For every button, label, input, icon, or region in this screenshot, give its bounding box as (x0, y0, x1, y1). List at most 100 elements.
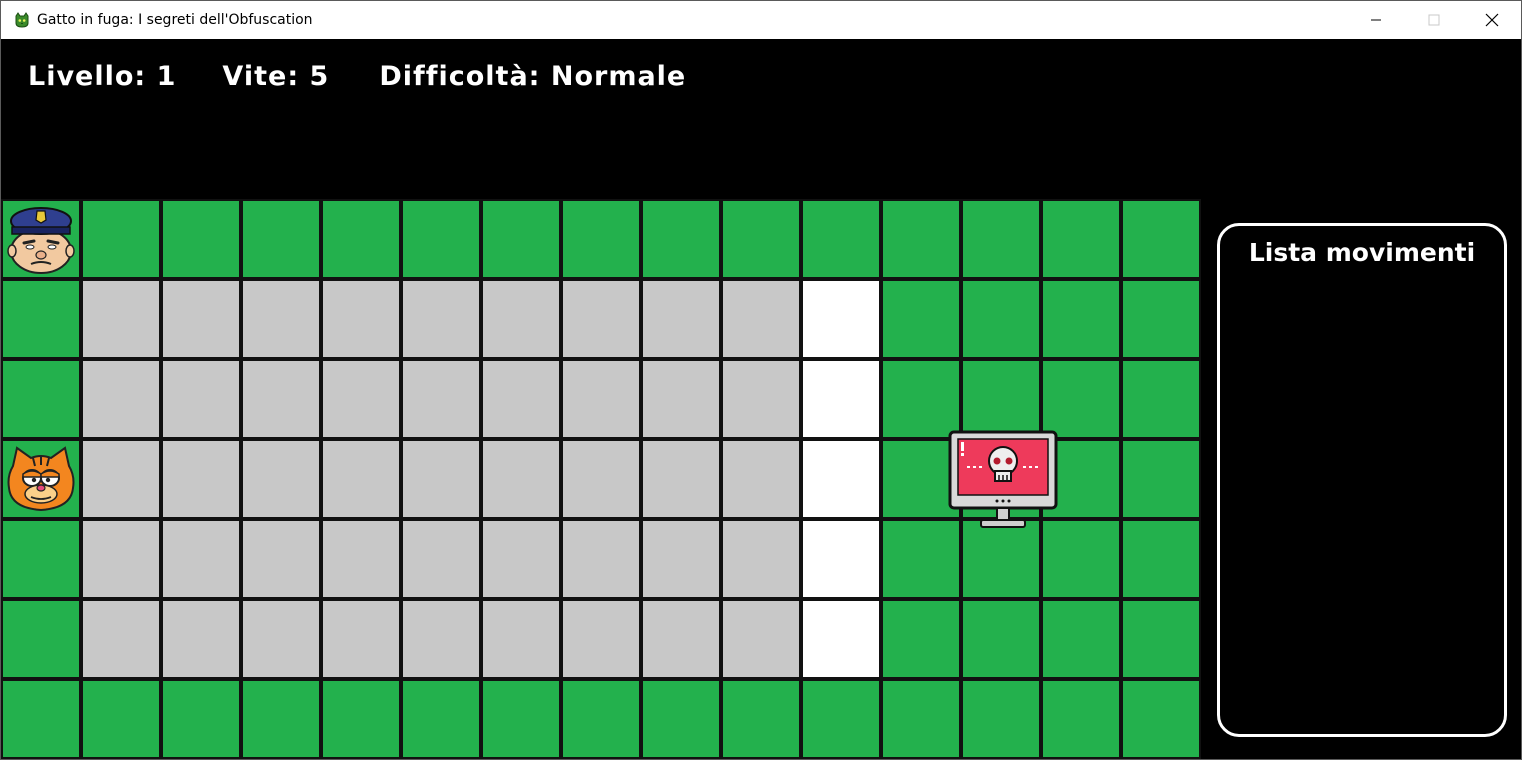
minimize-button[interactable] (1347, 1, 1405, 39)
board-cell-wall (161, 279, 241, 359)
board-cell-grass (881, 279, 961, 359)
window-title: Gatto in fuga: I segreti dell'Obfuscatio… (37, 12, 313, 28)
board-cell-grass (561, 679, 641, 759)
board-cell-wall (321, 519, 401, 599)
board-cell-grass (561, 199, 641, 279)
game-board[interactable] (1, 199, 1203, 759)
board-cell-grass (401, 679, 481, 759)
board-cell-wall (321, 359, 401, 439)
board-cell-path (801, 439, 881, 519)
board-cell-grass (1041, 199, 1121, 279)
board-cell-grass (961, 359, 1041, 439)
board-cell-grass (881, 359, 961, 439)
board-cell-grass (641, 679, 721, 759)
board-cell-wall (481, 359, 561, 439)
board-cell-wall (641, 519, 721, 599)
close-button[interactable] (1463, 1, 1521, 39)
board-cell-grass (161, 679, 241, 759)
board-cell-wall (81, 519, 161, 599)
lives-indicator: Vite: 5 (222, 61, 330, 92)
board-cell-wall (721, 359, 801, 439)
board-cell-grass (81, 199, 161, 279)
board-cell-grass (961, 679, 1041, 759)
board-cell-grass (881, 679, 961, 759)
board-cell-path (801, 519, 881, 599)
board-cell-wall (641, 439, 721, 519)
maximize-icon (1428, 14, 1440, 26)
board-cell-grass (961, 599, 1041, 679)
moves-panel-title: Lista movimenti (1248, 238, 1476, 267)
board-cell-grass (401, 199, 481, 279)
board-cell-path (801, 599, 881, 679)
board-cell-wall (321, 439, 401, 519)
level-indicator: Livello: 1 (28, 61, 177, 92)
board-cell-grass (481, 679, 561, 759)
board-cell-grass (961, 199, 1041, 279)
board-cell-wall (81, 279, 161, 359)
board-cell-wall (241, 279, 321, 359)
board-cell-grass (1, 279, 81, 359)
board-cell-grass (1, 359, 81, 439)
board-cell-grass (1121, 279, 1201, 359)
board-cell-grass (1041, 599, 1121, 679)
board-cell-wall (401, 439, 481, 519)
board-cell-grass (1121, 439, 1201, 519)
board-cell-grass (241, 199, 321, 279)
board-cell-wall (321, 599, 401, 679)
board-cell-wall (161, 519, 241, 599)
board-cell-grass (881, 599, 961, 679)
board-cell-path (801, 279, 881, 359)
board-cell-grass (481, 199, 561, 279)
title-bar[interactable]: Gatto in fuga: I segreti dell'Obfuscatio… (1, 1, 1521, 39)
hud: Livello: 1 Vite: 5 Difficoltà: Normale (28, 61, 686, 92)
board-cell-wall (241, 359, 321, 439)
board-cell-wall (721, 599, 801, 679)
board-cell-grass (241, 679, 321, 759)
close-icon (1485, 13, 1499, 27)
board-cell-path (801, 359, 881, 439)
board-cell-grass (1121, 359, 1201, 439)
board-cell-grass (721, 679, 801, 759)
board-cell-wall (561, 359, 641, 439)
board-cell-grass (1121, 599, 1201, 679)
cat-icon (13, 11, 31, 29)
hacked-computer-icon (947, 429, 1059, 538)
minimize-icon (1371, 19, 1381, 21)
board-cell-wall (481, 279, 561, 359)
board-cell-grass (1121, 199, 1201, 279)
board-cell-wall (241, 439, 321, 519)
board-cell-wall (401, 599, 481, 679)
board-cell-grass (161, 199, 241, 279)
board-cell-grass (1121, 519, 1201, 599)
board-cell-wall (641, 279, 721, 359)
board-cell-grass (881, 199, 961, 279)
board-cell-grass (1041, 359, 1121, 439)
board-cell-wall (401, 359, 481, 439)
board-cell-wall (481, 439, 561, 519)
board-cell-wall (481, 519, 561, 599)
board-cell-wall (401, 519, 481, 599)
board-cell-grass (801, 679, 881, 759)
board-cell-wall (241, 599, 321, 679)
board-cell-wall (721, 439, 801, 519)
board-cell-wall (81, 359, 161, 439)
cat-player-icon (5, 444, 77, 519)
board-cell-wall (161, 359, 241, 439)
board-cell-wall (401, 279, 481, 359)
maximize-button[interactable] (1405, 1, 1463, 39)
board-cell-grass (1041, 279, 1121, 359)
police-officer-icon (6, 203, 76, 280)
moves-panel: Lista movimenti (1217, 223, 1507, 737)
board-cell-grass (801, 199, 881, 279)
board-cell-grass (1121, 679, 1201, 759)
board-cell-wall (641, 599, 721, 679)
board-cell-grass (961, 279, 1041, 359)
board-cell-grass (1, 599, 81, 679)
board-cell-grass (81, 679, 161, 759)
board-cell-wall (481, 599, 561, 679)
moves-list (1234, 282, 1490, 720)
board-cell-wall (561, 279, 641, 359)
difficulty-indicator: Difficoltà: Normale (379, 61, 687, 92)
board-cell-grass (1, 519, 81, 599)
board-cell-grass (641, 199, 721, 279)
